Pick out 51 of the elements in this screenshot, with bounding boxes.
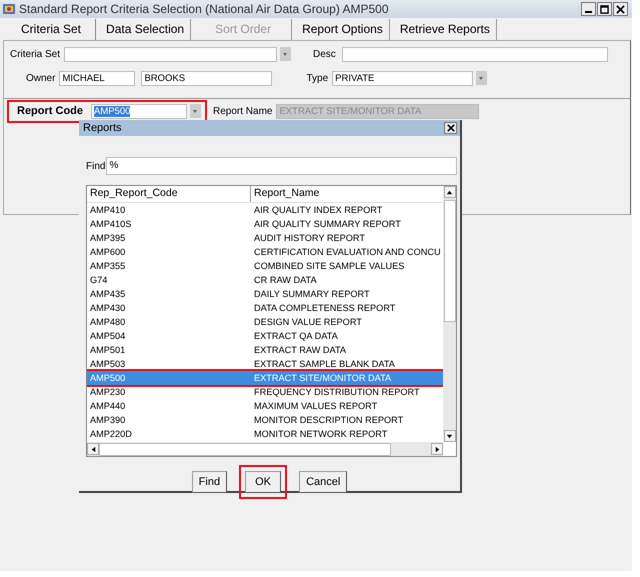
list-row[interactable]: AMP395 AUDIT HISTORY REPORT <box>87 231 443 245</box>
list-row[interactable]: AMP480 DESIGN VALUE REPORT <box>87 315 443 329</box>
horizontal-scrollbar[interactable] <box>87 442 443 456</box>
dialog-button[interactable]: Find <box>192 471 228 493</box>
list-row[interactable]: AMP355 COMBINED SITE SAMPLE VALUES <box>87 259 443 273</box>
scroll-thumb[interactable] <box>444 200 456 322</box>
selected-text: AMP500 <box>94 106 130 116</box>
vertical-scrollbar[interactable] <box>443 186 456 442</box>
list-row[interactable]: AMP410 AIR QUALITY INDEX REPORT <box>87 203 443 217</box>
find-field[interactable]: % <box>106 157 458 175</box>
dialog-title: Reports <box>83 122 122 134</box>
scroll-up-icon[interactable] <box>444 186 456 198</box>
column-header[interactable]: Report_Name <box>251 186 443 202</box>
field-label: Type <box>306 72 328 84</box>
list-row[interactable]: AMP440 MAXIMUM VALUES REPORT <box>87 399 443 413</box>
close-button[interactable] <box>613 2 628 16</box>
close-icon <box>446 124 454 132</box>
window-title: Standard Report Criteria Selection (National Air Data Group) AMP500 <box>19 2 390 16</box>
list-row[interactable]: AMP503 EXTRACT SAMPLE BLANK DATA <box>87 357 443 371</box>
column-header[interactable]: Rep_Report_Code <box>87 186 251 202</box>
list-row[interactable]: AMP220D MONITOR NETWORK REPORT <box>87 427 443 441</box>
field-label: Find <box>86 160 106 172</box>
maximize-button[interactable] <box>597 2 612 16</box>
minimize-icon <box>585 11 592 13</box>
scroll-thumb[interactable] <box>99 442 391 456</box>
list-row[interactable]: AMP230 FREQUENCY DISTRIBUTION REPORT <box>87 385 443 399</box>
close-button[interactable] <box>444 122 457 134</box>
list-row[interactable]: AMP430 DATA COMPLETENESS REPORT <box>87 301 443 315</box>
list-row[interactable]: AMP410S AIR QUALITY SUMMARY REPORT <box>87 217 443 231</box>
minimize-button[interactable] <box>581 2 596 16</box>
field-label: Owner <box>26 72 56 84</box>
list-row[interactable]: AMP435 DAILY SUMMARY REPORT <box>87 287 443 301</box>
maximize-icon <box>600 4 609 14</box>
list-row[interactable]: AMP390 MONITOR DESCRIPTION REPORT <box>87 413 443 427</box>
list-row[interactable]: AMP600 CERTIFICATION EVALUATION AND CONCU <box>87 245 443 259</box>
field-label: Report Name <box>213 106 272 116</box>
list-row[interactable]: AMP504 EXTRACT QA DATA <box>87 329 443 343</box>
owner-first-field[interactable]: MICHAEL <box>59 70 136 86</box>
scroll-down-icon[interactable] <box>444 430 456 442</box>
desc-field[interactable] <box>342 46 608 62</box>
app-icon <box>2 2 16 16</box>
close-icon <box>616 4 625 14</box>
field-label: Criteria Set <box>10 48 60 60</box>
list-row[interactable]: G74 CR RAW DATA <box>87 273 443 287</box>
field-label: Report Code <box>17 105 83 117</box>
scroll-right-icon[interactable] <box>431 443 443 455</box>
dialog-button[interactable]: Cancel <box>299 471 348 493</box>
list-row[interactable]: AMP501 EXTRACT RAW DATA <box>87 343 443 357</box>
owner-last-field[interactable]: BROOKS <box>141 70 272 86</box>
field-label: Desc <box>313 48 336 60</box>
scroll-left-icon[interactable] <box>87 443 99 455</box>
